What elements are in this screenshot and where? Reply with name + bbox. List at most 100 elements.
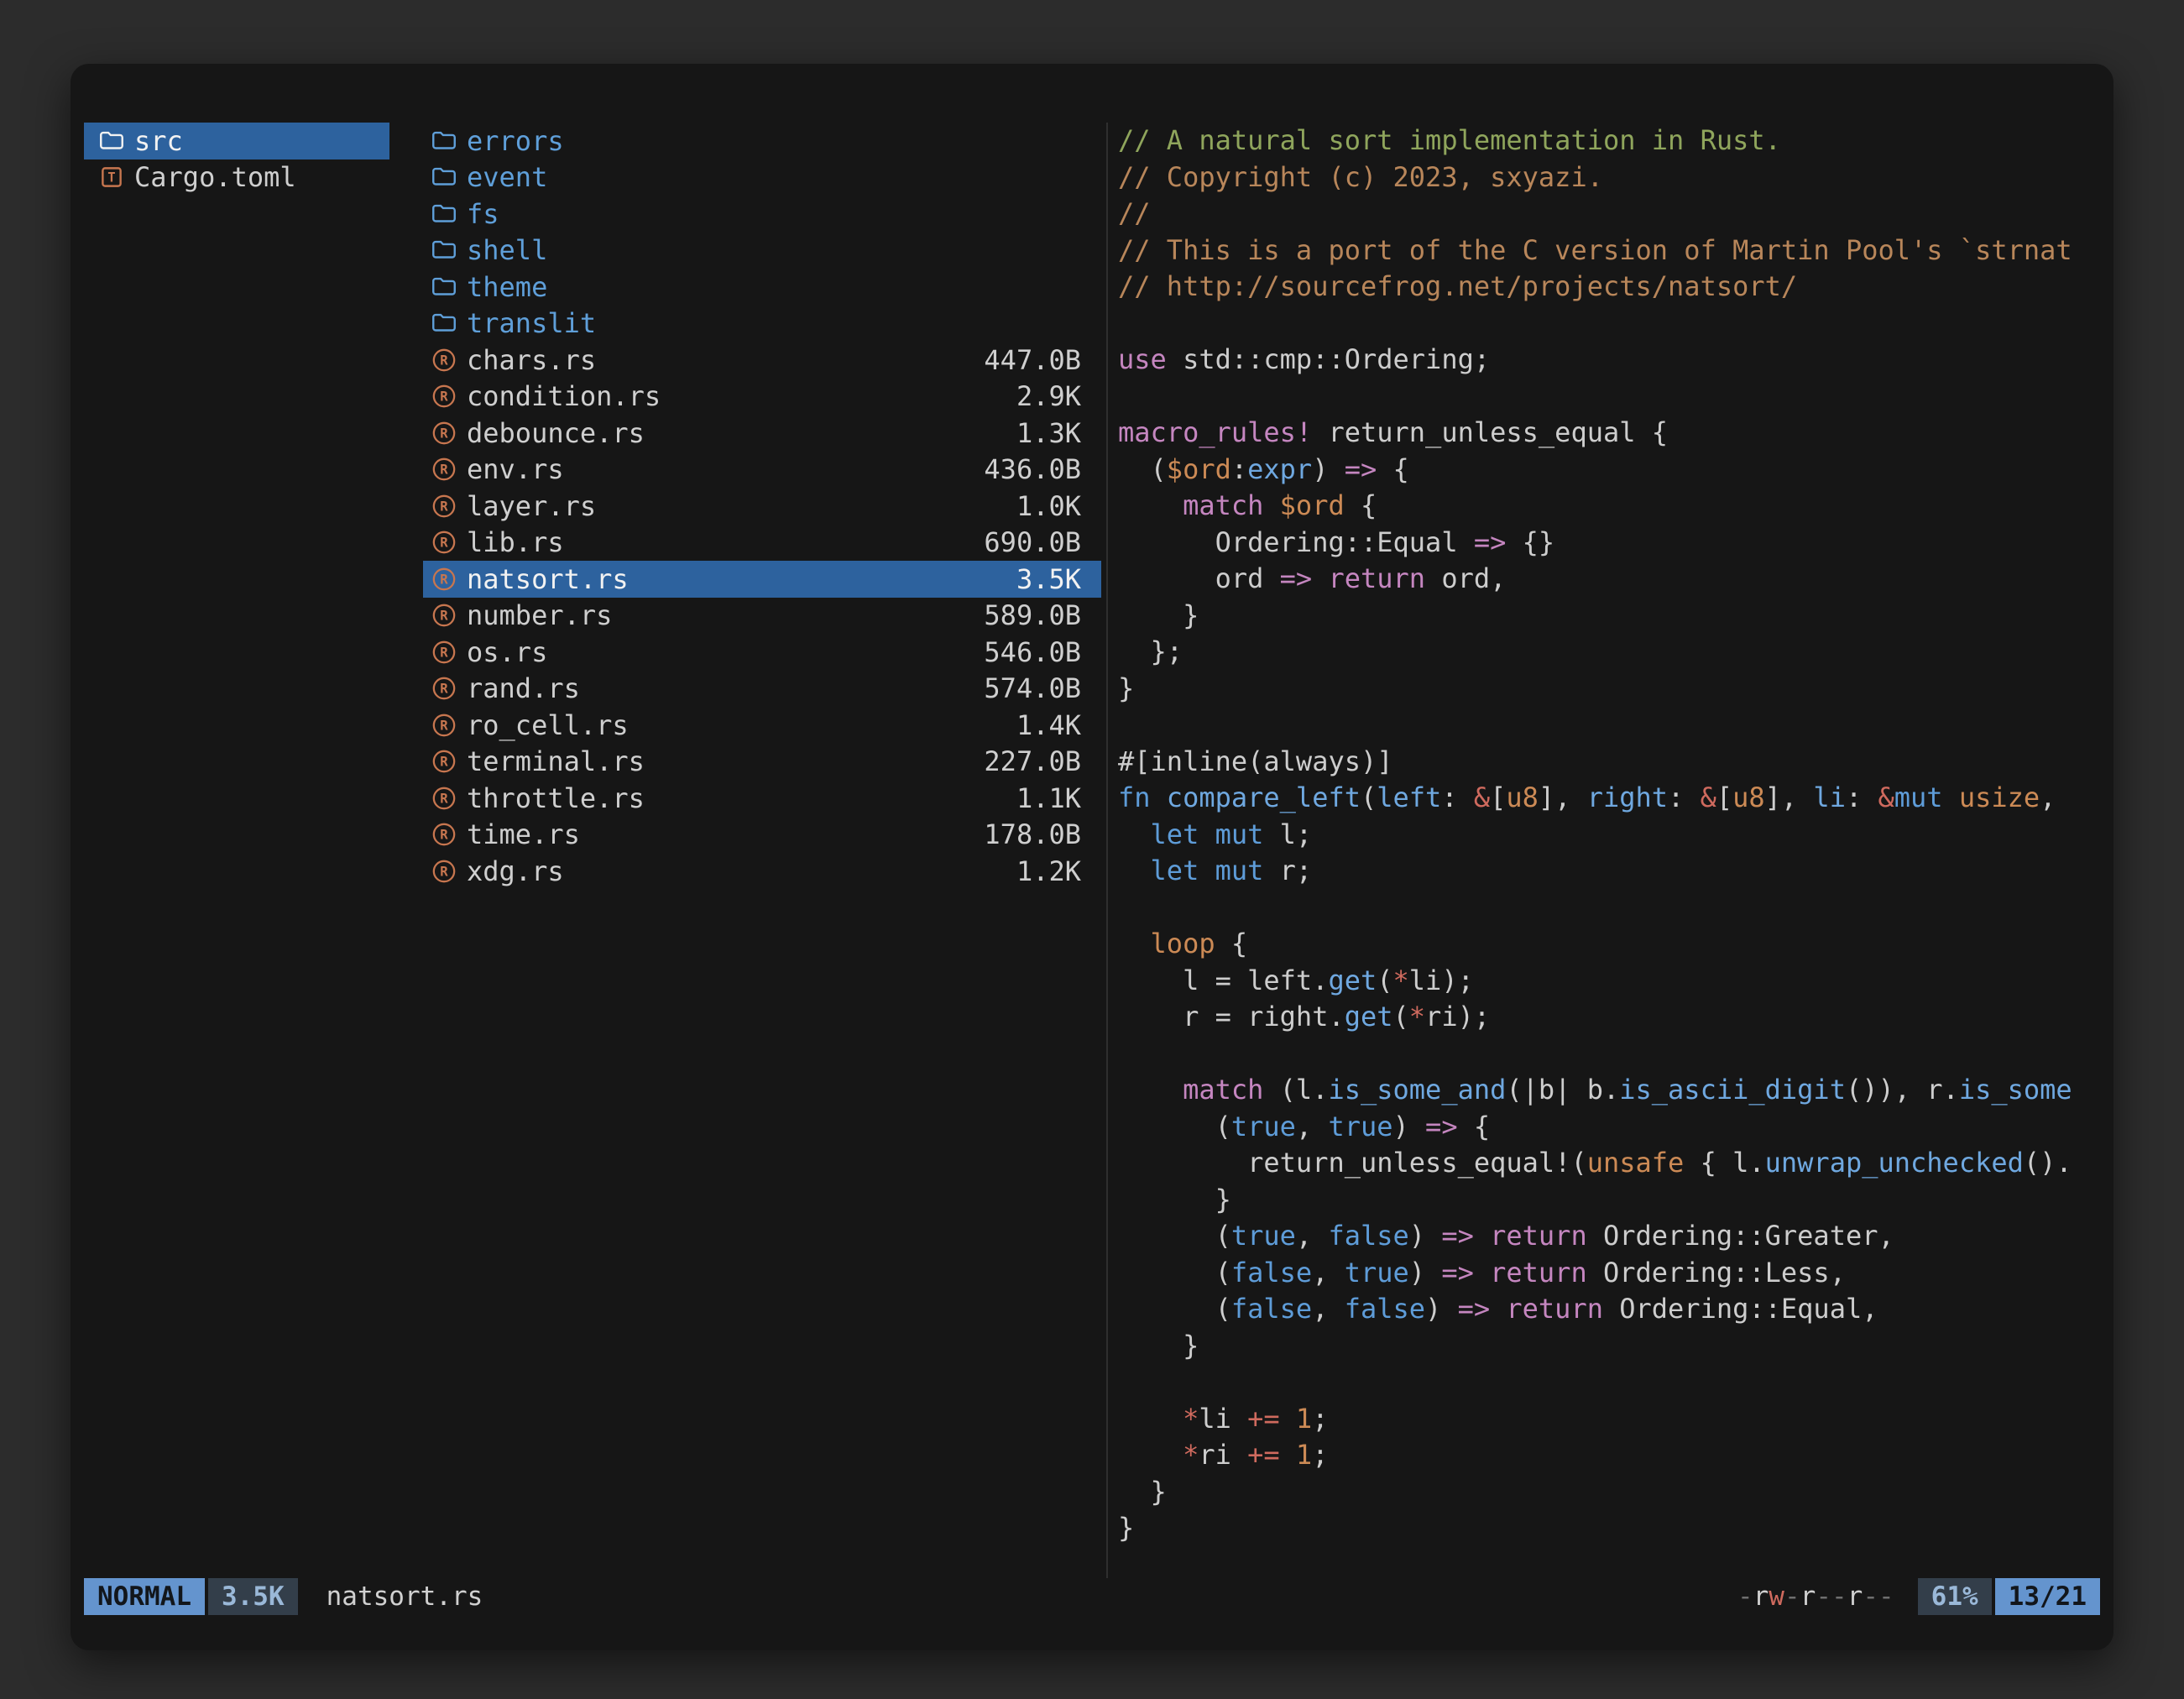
item-name: xdg.rs bbox=[467, 855, 564, 887]
item-name: number.rs bbox=[467, 599, 612, 631]
code-line: match $ord { bbox=[1118, 488, 2113, 525]
code-line: // bbox=[1118, 196, 2113, 233]
current-item-layer.rs[interactable]: Rlayer.rs 1.0K bbox=[423, 488, 1101, 525]
rust-icon: R bbox=[430, 711, 458, 740]
code-line: Ordering::Equal => {} bbox=[1118, 525, 2113, 562]
current-item-ro_cell.rs[interactable]: Rro_cell.rs 1.4K bbox=[423, 707, 1101, 744]
item-name: Cargo.toml bbox=[134, 161, 296, 193]
item-size: 1.3K bbox=[1016, 417, 1081, 449]
svg-text:T: T bbox=[107, 170, 115, 186]
current-item-rand.rs[interactable]: Rrand.rs574.0B bbox=[423, 671, 1101, 708]
preview-pane[interactable]: // A natural sort implementation in Rust… bbox=[1108, 123, 2113, 1578]
current-item-env.rs[interactable]: Renv.rs436.0B bbox=[423, 452, 1101, 489]
code-line: use std::cmp::Ordering; bbox=[1118, 342, 2113, 379]
item-size: 1.0K bbox=[1016, 490, 1081, 522]
item-name: rand.rs bbox=[467, 672, 580, 704]
current-item-translit[interactable]: translit bbox=[423, 306, 1101, 342]
current-item-debounce.rs[interactable]: Rdebounce.rs1.3K bbox=[423, 415, 1101, 452]
code-line: } bbox=[1118, 1182, 2113, 1219]
current-item-xdg.rs[interactable]: Rxdg.rs1.2K bbox=[423, 853, 1101, 890]
code-line bbox=[1118, 1036, 2113, 1073]
current-item-throttle.rs[interactable]: Rthrottle.rs1.1K bbox=[423, 780, 1101, 817]
item-name: chars.rs bbox=[467, 344, 596, 376]
code-line: loop { bbox=[1118, 926, 2113, 963]
item-name: src bbox=[134, 125, 183, 157]
code-line: (false, true) => return Ordering::Less, bbox=[1118, 1255, 2113, 1292]
item-name: condition.rs bbox=[467, 380, 661, 412]
parent-item-Cargo.toml[interactable]: T Cargo.toml bbox=[84, 159, 389, 196]
current-item-terminal.rs[interactable]: Rterminal.rs 227.0B bbox=[423, 744, 1101, 781]
position-badge: 13/21 bbox=[1995, 1578, 2100, 1615]
item-size: 447.0B bbox=[984, 344, 1081, 376]
svg-text:R: R bbox=[440, 828, 448, 843]
code-line: r = right.get(*ri); bbox=[1118, 999, 2113, 1036]
item-name: shell bbox=[467, 234, 547, 266]
svg-text:R: R bbox=[440, 645, 448, 660]
code-line: // This is a port of the C version of Ma… bbox=[1118, 233, 2113, 269]
item-name: throttle.rs bbox=[467, 782, 645, 814]
svg-text:R: R bbox=[440, 499, 448, 514]
code-line: let mut l; bbox=[1118, 817, 2113, 854]
current-item-lib.rs[interactable]: Rlib.rs690.0B bbox=[423, 525, 1101, 562]
current-item-number.rs[interactable]: Rnumber.rs589.0B bbox=[423, 598, 1101, 635]
svg-text:R: R bbox=[440, 682, 448, 697]
code-line: *ri += 1; bbox=[1118, 1437, 2113, 1474]
folder-icon bbox=[430, 163, 458, 191]
current-item-theme[interactable]: theme bbox=[423, 269, 1101, 306]
rust-icon: R bbox=[430, 528, 458, 557]
item-name: time.rs bbox=[467, 818, 580, 850]
code-line: l = left.get(*li); bbox=[1118, 963, 2113, 1000]
svg-text:R: R bbox=[440, 353, 448, 368]
item-name: os.rs bbox=[467, 636, 547, 668]
current-pane: errorseventfsshellthemetranslitRchars.rs… bbox=[423, 123, 1101, 1578]
current-item-shell[interactable]: shell bbox=[423, 233, 1101, 269]
item-name: layer.rs bbox=[467, 490, 596, 522]
code-line: (true, false) => return Ordering::Greate… bbox=[1118, 1218, 2113, 1255]
item-name: terminal.rs bbox=[467, 745, 645, 777]
current-item-condition.rs[interactable]: Rcondition.rs2.9K bbox=[423, 379, 1101, 416]
code-line bbox=[1118, 306, 2113, 342]
code-line: fn compare_left(left: &[u8], right: &[u8… bbox=[1118, 780, 2113, 817]
permissions: -rw-r--r-- bbox=[1737, 1581, 1894, 1612]
item-name: env.rs bbox=[467, 453, 564, 485]
status-left: NORMAL 3.5K natsort.rs bbox=[84, 1578, 483, 1615]
rust-icon: R bbox=[430, 820, 458, 849]
current-item-fs[interactable]: fs bbox=[423, 196, 1101, 233]
item-size: 436.0B bbox=[984, 453, 1081, 485]
item-name: event bbox=[467, 161, 547, 193]
code-line: match (l.is_some_and(|b| b.is_ascii_digi… bbox=[1118, 1072, 2113, 1109]
folder-icon bbox=[430, 309, 458, 337]
item-name: theme bbox=[467, 271, 547, 303]
current-item-chars.rs[interactable]: Rchars.rs 447.0B bbox=[423, 342, 1101, 379]
rust-icon: R bbox=[430, 382, 458, 410]
item-name: ro_cell.rs bbox=[467, 709, 629, 741]
mode-badge: NORMAL bbox=[84, 1578, 205, 1615]
item-size: 1.2K bbox=[1016, 855, 1081, 887]
rust-icon: R bbox=[430, 346, 458, 374]
status-bar: NORMAL 3.5K natsort.rs -rw-r--r-- 61% 13… bbox=[84, 1578, 2100, 1615]
svg-text:R: R bbox=[440, 536, 448, 551]
size-badge: 3.5K bbox=[208, 1578, 298, 1615]
item-size: 1.4K bbox=[1016, 709, 1081, 741]
parent-item-src[interactable]: src bbox=[84, 123, 389, 159]
current-item-event[interactable]: event bbox=[423, 159, 1101, 196]
status-filename: natsort.rs bbox=[327, 1581, 483, 1612]
percent-badge: 61% bbox=[1918, 1578, 1992, 1615]
rust-icon: R bbox=[430, 674, 458, 703]
current-item-time.rs[interactable]: Rtime.rs178.0B bbox=[423, 817, 1101, 854]
rust-icon: R bbox=[430, 419, 458, 447]
current-item-os.rs[interactable]: Ros.rs546.0B bbox=[423, 634, 1101, 671]
code-line bbox=[1118, 379, 2113, 416]
svg-text:R: R bbox=[440, 609, 448, 624]
code-line: } bbox=[1118, 671, 2113, 708]
svg-text:R: R bbox=[440, 389, 448, 405]
item-size: 227.0B bbox=[984, 745, 1081, 777]
svg-text:R: R bbox=[440, 755, 448, 770]
yazi-window: src T Cargo.toml errorseventfsshell themetr… bbox=[71, 64, 2113, 1650]
current-item-errors[interactable]: errors bbox=[423, 123, 1101, 159]
rust-icon: R bbox=[430, 565, 458, 593]
current-item-natsort.rs[interactable]: Rnatsort.rs3.5K bbox=[423, 561, 1101, 598]
svg-text:R: R bbox=[440, 718, 448, 733]
folder-icon bbox=[430, 273, 458, 301]
code-line bbox=[1118, 1364, 2113, 1401]
